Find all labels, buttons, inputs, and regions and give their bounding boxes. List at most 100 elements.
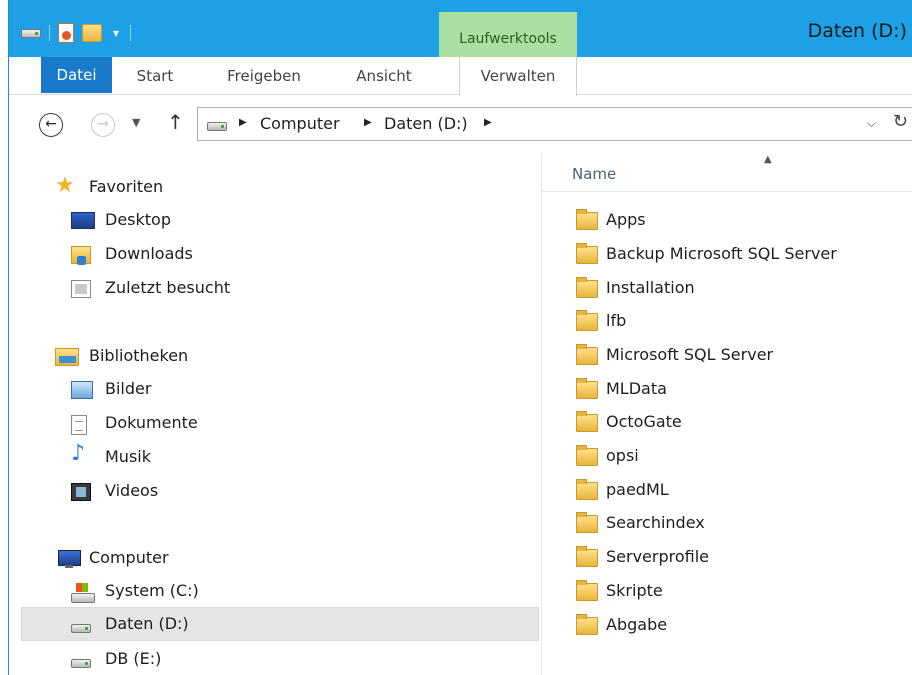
breadcrumb-arrow-icon[interactable]: ▶ — [239, 117, 247, 128]
list-item[interactable]: opsi — [542, 440, 912, 474]
nav-computer[interactable]: Computer — [9, 542, 541, 576]
downloads-folder-icon — [71, 246, 91, 265]
recent-places-icon — [71, 280, 91, 298]
breadcrumb-arrow-icon[interactable]: ▶ — [484, 117, 492, 128]
drive-icon — [71, 624, 91, 633]
folder-icon — [576, 614, 598, 635]
nav-item-pictures[interactable]: Bilder — [9, 373, 541, 407]
list-item[interactable]: Abgabe — [542, 609, 912, 643]
folder-name: paedML — [606, 480, 669, 499]
nav-item-desktop[interactable]: Desktop — [9, 204, 541, 238]
folder-icon — [576, 378, 598, 399]
toolbar-separator — [49, 25, 50, 41]
nav-group-label: Computer — [89, 548, 169, 567]
folder-name: Serverprofile — [606, 547, 710, 566]
folder-name: Abgabe — [606, 615, 668, 634]
nav-item-recent[interactable]: Zuletzt besucht — [9, 272, 541, 306]
file-list: ▲ Name Apps Backup Microsoft SQL Server … — [541, 154, 912, 675]
tab-view[interactable]: Ansicht — [339, 57, 429, 95]
list-item[interactable]: Apps — [542, 204, 912, 238]
list-item[interactable]: Serverprofile — [542, 541, 912, 575]
nav-favorites[interactable]: ★ Favoriten — [9, 171, 541, 205]
nav-item-label: Bilder — [105, 379, 152, 398]
contextual-tab-group-label: Laufwerktools — [459, 31, 557, 47]
folder-icon — [576, 512, 598, 533]
folder-icon — [576, 310, 598, 331]
nav-item-label: Desktop — [105, 210, 171, 229]
computer-icon — [55, 550, 81, 569]
list-item[interactable]: Installation — [542, 272, 912, 306]
folder-icon — [576, 411, 598, 432]
toolbar-separator — [130, 25, 131, 41]
folder-icon — [576, 445, 598, 466]
navigation-pane: ★ Favoriten Desktop Downloads Zuletzt be… — [9, 154, 541, 675]
folder-name: Skripte — [606, 581, 663, 600]
nav-item-label: Videos — [105, 481, 159, 500]
nav-item-downloads[interactable]: Downloads — [9, 238, 541, 272]
breadcrumb-daten[interactable]: Daten (D:) — [384, 114, 468, 133]
drive-icon — [71, 659, 91, 668]
list-item[interactable]: lfb — [542, 305, 912, 339]
nav-item-db-e[interactable]: DB (E:) — [9, 643, 541, 675]
list-item[interactable]: OctoGate — [542, 406, 912, 440]
folder-icon — [576, 209, 598, 230]
star-icon: ★ — [55, 173, 75, 198]
tab-share[interactable]: Freigeben — [209, 57, 319, 95]
videos-icon — [71, 483, 91, 501]
list-item[interactable]: Skripte — [542, 575, 912, 609]
nav-item-music[interactable]: ♪ Musik — [9, 441, 541, 475]
back-button[interactable]: ← — [39, 113, 63, 137]
folder-name: opsi — [606, 446, 639, 465]
list-item[interactable]: Microsoft SQL Server — [542, 339, 912, 373]
column-header-label: Name — [572, 165, 617, 183]
up-arrow-icon[interactable]: ↑ — [167, 110, 184, 134]
tab-start[interactable]: Start — [119, 57, 191, 95]
explorer-window: ▾ Laufwerktools Daten (D:) Datei Start F… — [8, 0, 912, 675]
nav-item-daten-d[interactable]: Daten (D:) — [21, 607, 539, 641]
window-title: Daten (D:) — [807, 20, 907, 42]
sort-ascending-icon: ▲ — [764, 154, 772, 165]
nav-item-documents[interactable]: Dokumente — [9, 407, 541, 441]
forward-button[interactable]: → — [91, 113, 115, 137]
address-history-dropdown-icon[interactable]: ⌵ — [867, 116, 876, 131]
folder-name: Installation — [606, 278, 695, 297]
title-bar: ▾ Laufwerktools Daten (D:) — [9, 0, 912, 57]
list-item[interactable]: MLData — [542, 373, 912, 407]
folder-name: Searchindex — [606, 513, 705, 532]
desktop-icon — [71, 212, 95, 229]
nav-item-system-c[interactable]: System (C:) — [9, 575, 541, 609]
folder-icon — [576, 243, 598, 264]
list-item[interactable]: Backup Microsoft SQL Server — [542, 238, 912, 272]
breadcrumb-computer[interactable]: Computer — [260, 114, 340, 133]
list-item[interactable]: paedML — [542, 474, 912, 508]
folder-icon — [576, 479, 598, 500]
folder-name: OctoGate — [606, 412, 682, 431]
folder-name: Backup Microsoft SQL Server — [606, 244, 837, 263]
folder-name: Microsoft SQL Server — [606, 345, 774, 364]
nav-libraries[interactable]: Bibliotheken — [9, 340, 541, 374]
refresh-icon[interactable]: ↻ — [893, 111, 908, 132]
nav-group-label: Bibliotheken — [89, 346, 189, 365]
breadcrumb-arrow-icon[interactable]: ▶ — [364, 117, 372, 128]
nav-item-videos[interactable]: Videos — [9, 475, 541, 509]
drive-icon — [207, 122, 227, 131]
drive-icon[interactable] — [21, 28, 41, 38]
new-folder-icon[interactable] — [82, 24, 102, 42]
folder-name: MLData — [606, 379, 667, 398]
folder-icon — [576, 277, 598, 298]
tab-file[interactable]: Datei — [41, 57, 112, 93]
tab-manage[interactable]: Verwalten — [459, 57, 577, 96]
folder-icon — [576, 580, 598, 601]
ribbon-tab-row: Datei Start Freigeben Ansicht Verwalten — [9, 57, 912, 96]
folder-name: lfb — [606, 311, 627, 330]
recent-locations-dropdown-icon[interactable]: ▼ — [132, 116, 140, 129]
folder-icon — [576, 546, 598, 567]
list-item[interactable]: Searchindex — [542, 507, 912, 541]
customize-toolbar-dropdown-icon[interactable]: ▾ — [110, 26, 122, 40]
properties-icon[interactable] — [58, 23, 74, 43]
folder-icon — [576, 344, 598, 365]
pictures-icon — [71, 381, 93, 399]
quick-access-toolbar: ▾ — [21, 22, 131, 44]
column-header-name[interactable]: ▲ Name — [542, 154, 912, 192]
address-bar[interactable]: ▶ Computer ▶ Daten (D:) ▶ ⌵ ↻ — [197, 107, 912, 141]
